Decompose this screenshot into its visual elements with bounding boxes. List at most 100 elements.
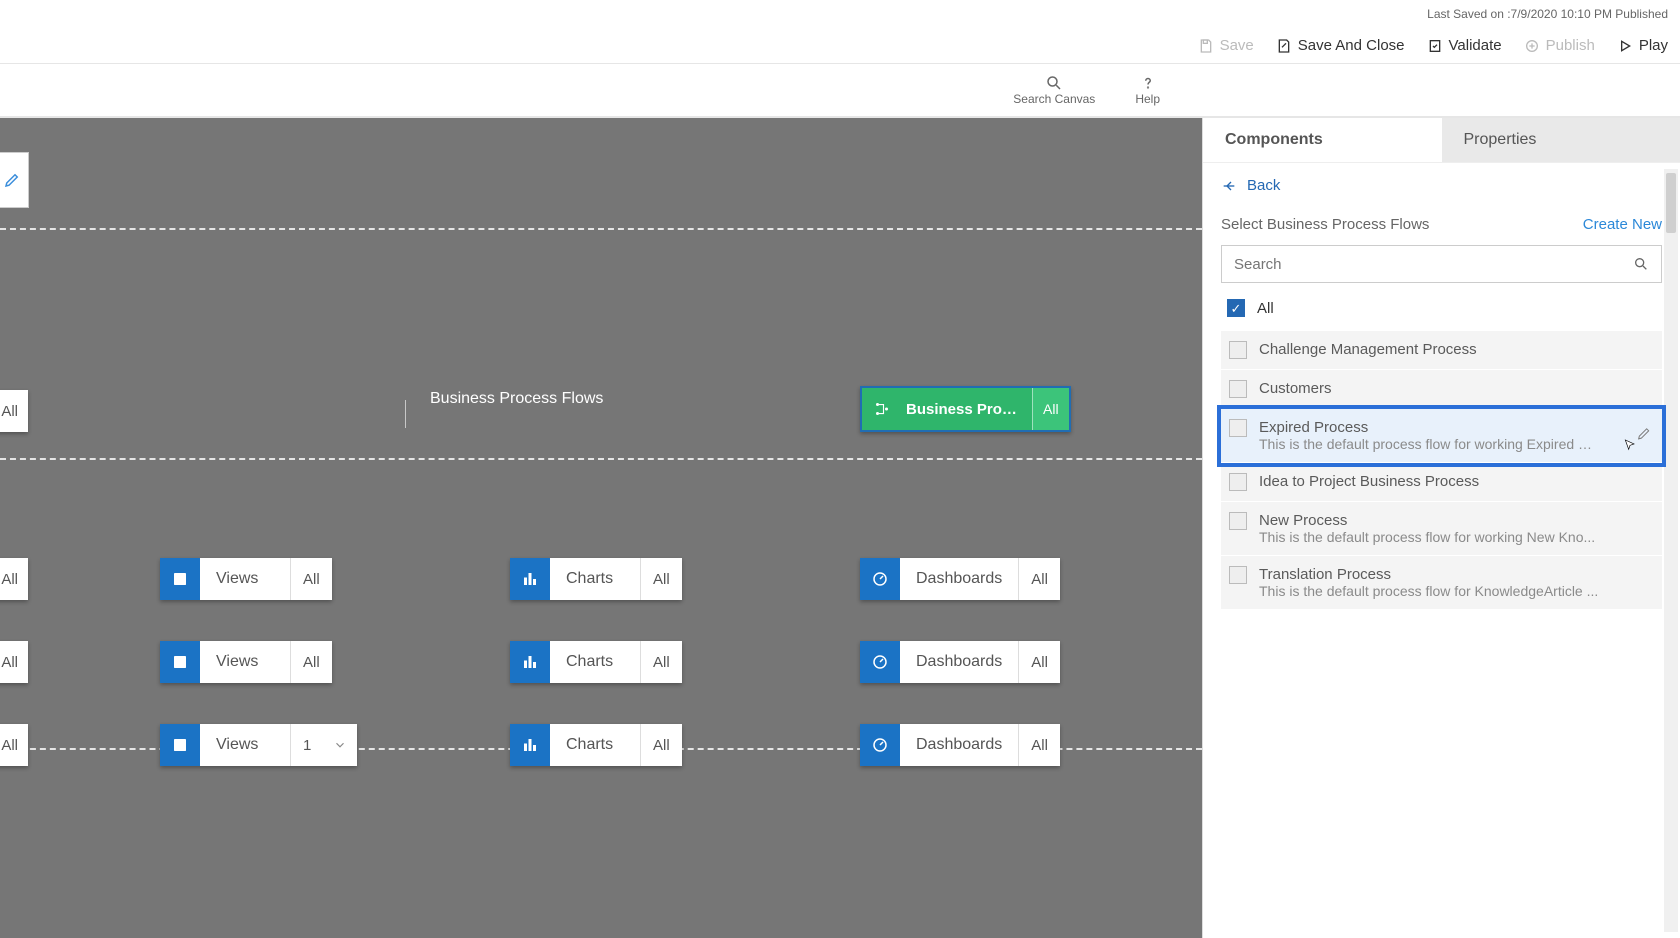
- play-label: Play: [1639, 37, 1668, 54]
- search-icon: [1633, 256, 1649, 272]
- save-and-close-button[interactable]: Save And Close: [1276, 37, 1405, 54]
- views-tile[interactable]: Views All: [160, 558, 332, 600]
- item-name: Translation Process: [1259, 566, 1598, 583]
- search-box[interactable]: [1221, 245, 1662, 283]
- tile-tag: All: [1018, 558, 1060, 600]
- tile-tag: All: [290, 641, 332, 683]
- pencil-icon: [3, 171, 21, 189]
- list-item[interactable]: Customers: [1221, 370, 1662, 409]
- validate-icon: [1427, 38, 1443, 54]
- tile-label: Charts: [550, 736, 640, 754]
- save-label: Save: [1220, 37, 1254, 54]
- item-checkbox[interactable]: [1229, 341, 1247, 359]
- validate-button[interactable]: Validate: [1427, 37, 1502, 54]
- grid-icon: [160, 641, 200, 683]
- tile-tag: All: [1018, 641, 1060, 683]
- search-input[interactable]: [1234, 256, 1633, 273]
- arrow-left-icon: [1221, 178, 1237, 194]
- tile-tag: All: [1018, 724, 1060, 766]
- bpf-card-label: Business Proces...: [902, 401, 1032, 418]
- dashboards-tile[interactable]: Dashboards All: [860, 724, 1060, 766]
- gauge-icon: [860, 641, 900, 683]
- item-checkbox[interactable]: [1229, 419, 1247, 437]
- item-desc: This is the default process flow for wor…: [1259, 436, 1599, 452]
- tile-label: Views: [200, 653, 290, 671]
- flow-icon: [862, 400, 902, 418]
- charts-tile[interactable]: Charts All: [510, 724, 682, 766]
- list-item[interactable]: Challenge Management Process: [1221, 331, 1662, 370]
- item-name: Challenge Management Process: [1259, 341, 1477, 358]
- item-checkbox[interactable]: [1229, 473, 1247, 491]
- lane-divider: [0, 228, 1202, 230]
- item-name: Idea to Project Business Process: [1259, 473, 1479, 490]
- pencil-icon[interactable]: [1636, 425, 1652, 446]
- all-label: All: [1257, 300, 1274, 317]
- list-item[interactable]: New Process This is the default process …: [1221, 502, 1662, 556]
- tile-tag: 1: [290, 724, 323, 766]
- tab-components[interactable]: Components: [1203, 118, 1442, 162]
- search-canvas-button[interactable]: Search Canvas: [1013, 74, 1095, 106]
- gauge-icon: [860, 558, 900, 600]
- bpf-lane-label: Business Process Flows: [430, 390, 603, 408]
- tile-label: Dashboards: [900, 653, 1018, 671]
- edit-card[interactable]: [0, 152, 29, 208]
- save-close-icon: [1276, 38, 1292, 54]
- bpf-card-selected[interactable]: Business Proces... All: [860, 386, 1071, 432]
- list-item-expired-process[interactable]: Expired Process This is the default proc…: [1221, 409, 1662, 463]
- back-link[interactable]: Back: [1221, 163, 1662, 206]
- tile-label: Charts: [550, 653, 640, 671]
- tile-tag: All: [640, 724, 682, 766]
- gauge-icon: [860, 724, 900, 766]
- dashboards-tile[interactable]: Dashboards All: [860, 558, 1060, 600]
- last-saved-text: Last Saved on :7/9/2020 10:10 PM Publish…: [1427, 7, 1668, 21]
- item-checkbox[interactable]: [1229, 380, 1247, 398]
- item-desc: This is the default process flow for wor…: [1259, 529, 1595, 545]
- help-icon: [1139, 74, 1157, 92]
- item-checkbox[interactable]: [1229, 512, 1247, 530]
- tile-tag: All: [640, 558, 682, 600]
- panel-scrollbar[interactable]: [1664, 169, 1678, 932]
- item-checkbox[interactable]: [1229, 566, 1247, 584]
- save-button: Save: [1198, 37, 1254, 54]
- tab-properties[interactable]: Properties: [1442, 118, 1680, 162]
- save-close-label: Save And Close: [1298, 37, 1405, 54]
- views-tile[interactable]: Views 1: [160, 724, 357, 766]
- all-checkbox[interactable]: [1227, 299, 1245, 317]
- charts-tile[interactable]: Charts All: [510, 558, 682, 600]
- item-name: Customers: [1259, 380, 1332, 397]
- search-icon: [1045, 74, 1063, 92]
- play-icon: [1617, 38, 1633, 54]
- process-list: Challenge Management Process Customers E…: [1221, 331, 1662, 610]
- secondary-toolbar: Search Canvas Help: [0, 64, 1680, 118]
- panel-tabs: Components Properties: [1203, 118, 1680, 162]
- tile-tag: All: [290, 558, 332, 600]
- chart-icon: [510, 558, 550, 600]
- lane-divider: [0, 458, 1202, 460]
- create-new-link[interactable]: Create New: [1583, 216, 1662, 233]
- list-item[interactable]: Translation Process This is the default …: [1221, 556, 1662, 610]
- item-desc: This is the default process flow for Kno…: [1259, 583, 1598, 599]
- tile-label: Charts: [550, 570, 640, 588]
- publish-button: Publish: [1524, 37, 1595, 54]
- section-title: Select Business Process Flows: [1221, 216, 1429, 233]
- tile-tag: All: [640, 641, 682, 683]
- item-name: New Process: [1259, 512, 1595, 529]
- chevron-down-icon[interactable]: [323, 738, 357, 752]
- canvas[interactable]: All Business Process Flows Business Proc…: [0, 118, 1202, 938]
- tile-label: Dashboards: [900, 570, 1018, 588]
- views-tile[interactable]: Views All: [160, 641, 332, 683]
- tile-label: Dashboards: [900, 736, 1018, 754]
- scrollbar-thumb[interactable]: [1666, 173, 1676, 233]
- grid-icon: [160, 558, 200, 600]
- item-name: Expired Process: [1259, 419, 1599, 436]
- tile-label: Views: [200, 570, 290, 588]
- chart-icon: [510, 641, 550, 683]
- charts-tile[interactable]: Charts All: [510, 641, 682, 683]
- dashboards-tile[interactable]: Dashboards All: [860, 641, 1060, 683]
- play-button[interactable]: Play: [1617, 37, 1668, 54]
- help-button[interactable]: Help: [1135, 74, 1160, 106]
- back-label: Back: [1247, 177, 1280, 194]
- save-icon: [1198, 38, 1214, 54]
- bpf-card-tag: All: [1032, 388, 1069, 430]
- list-item[interactable]: Idea to Project Business Process: [1221, 463, 1662, 502]
